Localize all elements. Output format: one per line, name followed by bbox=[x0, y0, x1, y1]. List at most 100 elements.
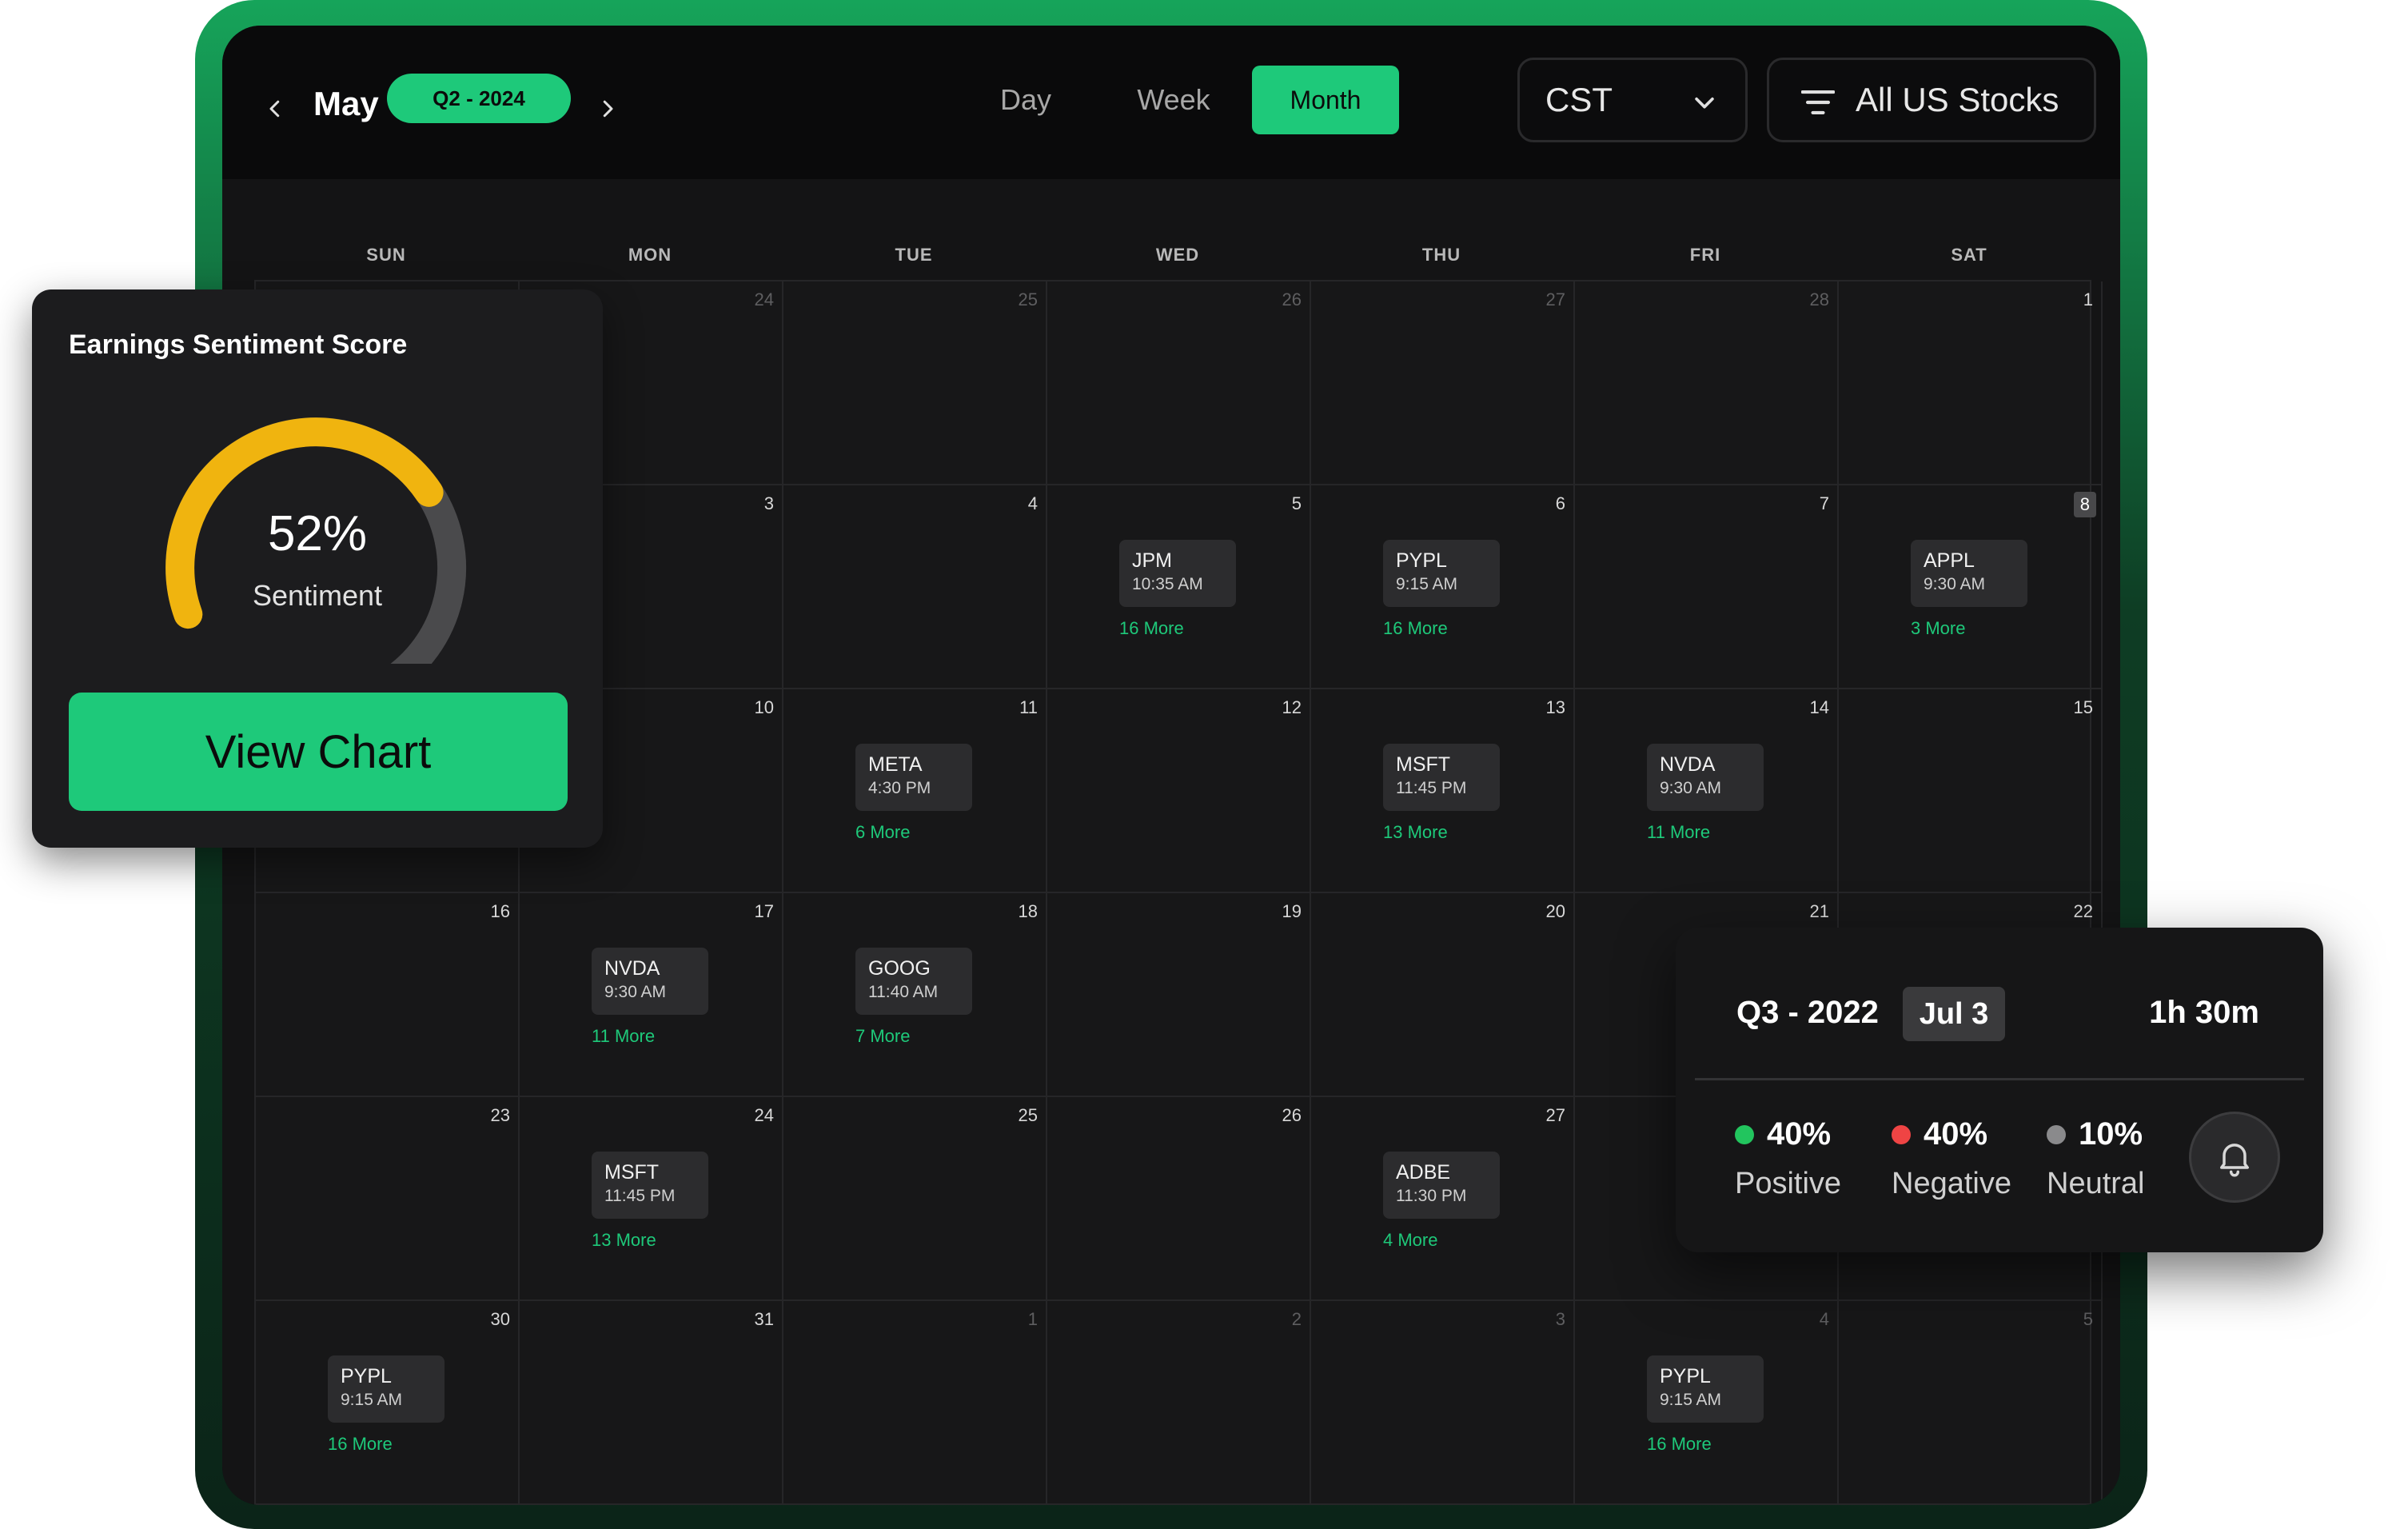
event-time: 9:30 AM bbox=[604, 983, 667, 1001]
day-cell[interactable]: 5 JPM 10:35 AM 16 More bbox=[1047, 485, 1311, 689]
earnings-event[interactable]: PYPL 9:15 AM bbox=[1647, 1355, 1764, 1423]
date-number: 5 bbox=[2083, 1309, 2093, 1329]
day-cell[interactable]: 4 bbox=[783, 485, 1047, 689]
weekday-label: FRI bbox=[1689, 245, 1721, 265]
date-number: 25 bbox=[1018, 289, 1038, 309]
day-cell[interactable]: 26 bbox=[1047, 1097, 1311, 1301]
earnings-event[interactable]: PYPL 9:15 AM bbox=[328, 1355, 445, 1423]
day-cell[interactable]: 31 bbox=[520, 1301, 783, 1505]
weekday-label: MON bbox=[628, 245, 672, 265]
bell-icon bbox=[2220, 1144, 2249, 1177]
day-cell[interactable]: 12 bbox=[1047, 689, 1311, 893]
more-events-link[interactable]: 13 More bbox=[1383, 822, 1448, 843]
day-cell[interactable]: 13 MSFT 11:45 PM 13 More bbox=[1311, 689, 1575, 893]
previous-month-button[interactable] bbox=[259, 93, 291, 125]
day-cell[interactable]: 3 bbox=[1311, 1301, 1575, 1505]
earnings-event[interactable]: NVDA 9:30 AM bbox=[592, 948, 708, 1015]
event-time: 9:30 AM bbox=[1660, 779, 1722, 797]
more-events-link[interactable]: 7 More bbox=[855, 1026, 910, 1047]
day-cell[interactable]: 4 PYPL 9:15 AM 16 More bbox=[1575, 1301, 1839, 1505]
view-chart-button[interactable]: View Chart bbox=[69, 693, 568, 811]
neutral-stat: 10% Neutral bbox=[2047, 1116, 2145, 1201]
earnings-event[interactable]: MSFT 11:45 PM bbox=[592, 1152, 708, 1219]
event-time: 10:35 AM bbox=[1132, 575, 1203, 593]
tab-week[interactable]: Week bbox=[1118, 66, 1230, 134]
more-events-link[interactable]: 3 More bbox=[1911, 618, 1965, 639]
date-number: 20 bbox=[1545, 901, 1565, 921]
event-time: 11:30 PM bbox=[1396, 1187, 1467, 1205]
earnings-event[interactable]: JPM 10:35 AM bbox=[1119, 540, 1236, 607]
day-cell[interactable]: 27 ADBE 11:30 PM 4 More bbox=[1311, 1097, 1575, 1301]
more-events-link[interactable]: 11 More bbox=[592, 1026, 655, 1047]
event-time: 4:30 PM bbox=[868, 779, 931, 797]
divider bbox=[1695, 1078, 2304, 1080]
day-cell[interactable]: 15 bbox=[1839, 689, 2103, 893]
event-time: 9:15 AM bbox=[1660, 1391, 1722, 1409]
event-time: 11:40 AM bbox=[868, 983, 939, 1001]
event-ticker: META bbox=[868, 753, 923, 776]
day-cell[interactable]: 26 bbox=[1047, 281, 1311, 485]
earnings-event[interactable]: MSFT 11:45 PM bbox=[1383, 744, 1500, 811]
day-cell[interactable]: 2 bbox=[1047, 1301, 1311, 1505]
more-events-link[interactable]: 13 More bbox=[592, 1230, 656, 1251]
day-cell[interactable]: 16 bbox=[256, 893, 520, 1097]
next-month-button[interactable] bbox=[592, 93, 624, 125]
date-number: 16 bbox=[490, 901, 510, 921]
date-number: 30 bbox=[490, 1309, 510, 1329]
stock-filter-button[interactable]: All US Stocks bbox=[1767, 58, 2096, 142]
day-cell[interactable]: 27 bbox=[1311, 281, 1575, 485]
quarter-badge[interactable]: Q2 - 2024 bbox=[387, 74, 571, 123]
filter-icon bbox=[1801, 90, 1835, 115]
timezone-select[interactable]: CST bbox=[1517, 58, 1748, 142]
event-ticker: MSFT bbox=[604, 1161, 660, 1184]
date-number: 19 bbox=[1282, 901, 1302, 921]
earnings-event[interactable]: ADBE 11:30 PM bbox=[1383, 1152, 1500, 1219]
tab-month[interactable]: Month bbox=[1252, 66, 1399, 134]
earnings-event[interactable]: GOOG 11:40 AM bbox=[855, 948, 972, 1015]
day-cell[interactable]: 8 APPL 9:30 AM 3 More bbox=[1839, 485, 2103, 689]
day-cell[interactable]: 1 bbox=[1839, 281, 2103, 485]
day-cell[interactable]: 6 PYPL 9:15 AM 16 More bbox=[1311, 485, 1575, 689]
chevron-down-icon bbox=[1695, 97, 1714, 109]
day-cell[interactable]: 5 bbox=[1839, 1301, 2103, 1505]
day-cell[interactable]: 28 bbox=[1575, 281, 1839, 485]
event-time: 9:15 AM bbox=[1396, 575, 1458, 593]
more-events-link[interactable]: 6 More bbox=[855, 822, 910, 843]
day-cell[interactable]: 19 bbox=[1047, 893, 1311, 1097]
more-events-link[interactable]: 16 More bbox=[328, 1434, 393, 1455]
day-cell[interactable]: 25 bbox=[783, 281, 1047, 485]
day-cell[interactable]: 17 NVDA 9:30 AM 11 More bbox=[520, 893, 783, 1097]
day-cell[interactable]: 14 NVDA 9:30 AM 11 More bbox=[1575, 689, 1839, 893]
day-cell[interactable]: 24 MSFT 11:45 PM 13 More bbox=[520, 1097, 783, 1301]
day-cell[interactable]: 18 GOOG 11:40 AM 7 More bbox=[783, 893, 1047, 1097]
day-cell[interactable]: 1 bbox=[783, 1301, 1047, 1505]
earnings-event[interactable]: PYPL 9:15 AM bbox=[1383, 540, 1500, 607]
tab-day[interactable]: Day bbox=[974, 66, 1078, 134]
more-events-link[interactable]: 16 More bbox=[1119, 618, 1184, 639]
earnings-event[interactable]: NVDA 9:30 AM bbox=[1647, 744, 1764, 811]
day-cell[interactable]: 30 PYPL 9:15 AM 16 More bbox=[256, 1301, 520, 1505]
date-number: 26 bbox=[1282, 1105, 1302, 1125]
event-ticker: GOOG bbox=[868, 957, 931, 980]
day-cell[interactable]: 7 bbox=[1575, 485, 1839, 689]
positive-label: Positive bbox=[1735, 1167, 1842, 1200]
date-number: 1 bbox=[2083, 289, 2093, 309]
date-number: 6 bbox=[1555, 493, 1565, 513]
card-title: Earnings Sentiment Score bbox=[69, 329, 408, 360]
more-events-link[interactable]: 16 More bbox=[1383, 618, 1448, 639]
more-events-link[interactable]: 16 More bbox=[1647, 1434, 1712, 1455]
alert-button[interactable] bbox=[2189, 1112, 2280, 1203]
date-number: 4 bbox=[1819, 1309, 1829, 1329]
neutral-percent: 10% bbox=[2079, 1116, 2143, 1152]
more-events-link[interactable]: 11 More bbox=[1647, 822, 1710, 843]
day-cell[interactable]: 23 bbox=[256, 1097, 520, 1301]
earnings-event[interactable]: APPL 9:30 AM bbox=[1911, 540, 2027, 607]
day-cell[interactable]: 20 bbox=[1311, 893, 1575, 1097]
neutral-dot-icon bbox=[2047, 1124, 2066, 1144]
earnings-event[interactable]: META 4:30 PM bbox=[855, 744, 972, 811]
positive-dot-icon bbox=[1735, 1124, 1754, 1144]
day-cell[interactable]: 11 META 4:30 PM 6 More bbox=[783, 689, 1047, 893]
date-number: 13 bbox=[1545, 697, 1565, 717]
day-cell[interactable]: 25 bbox=[783, 1097, 1047, 1301]
more-events-link[interactable]: 4 More bbox=[1383, 1230, 1437, 1251]
